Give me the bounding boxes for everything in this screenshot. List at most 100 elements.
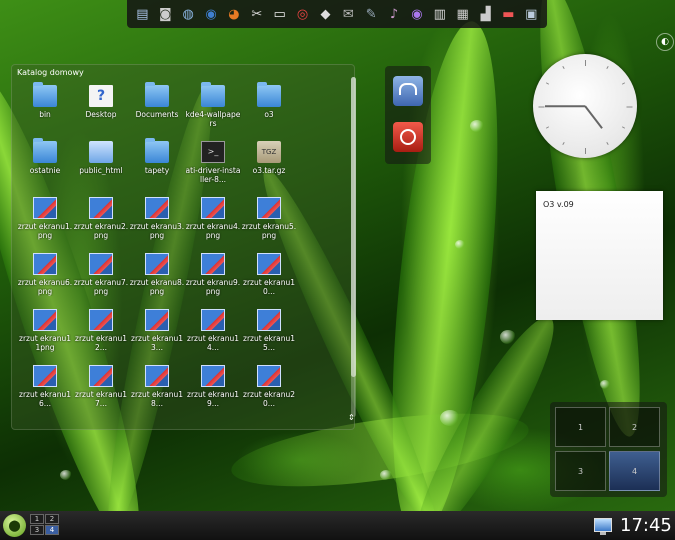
power-icon bbox=[400, 129, 416, 145]
image-file-icon bbox=[257, 253, 281, 275]
taskbar-pager-desktop-4[interactable]: 4 bbox=[45, 525, 59, 535]
folder-item[interactable]: zrzut ekranu9.png bbox=[185, 251, 241, 307]
folder-item-label: ati-driver-installer-8... bbox=[185, 166, 241, 184]
digital-clock[interactable]: 17:45 bbox=[620, 515, 672, 536]
folder-item[interactable]: zrzut ekranu1.png bbox=[17, 195, 73, 251]
drive-icon[interactable]: ▬ bbox=[500, 6, 517, 23]
folder-item-label: zrzut ekranu10... bbox=[243, 278, 295, 296]
folder-item[interactable]: Documents bbox=[129, 82, 185, 139]
folder-item[interactable]: zrzut ekranu18... bbox=[129, 363, 185, 419]
note-text[interactable]: O3 v.09 bbox=[543, 200, 574, 209]
folder-item[interactable]: zrzut ekranu12... bbox=[73, 307, 129, 363]
taskbar-pager-desktop-1[interactable]: 1 bbox=[30, 514, 44, 524]
desktop-toolbox-icon[interactable]: ◐ bbox=[656, 33, 674, 51]
folder-item[interactable]: zrzut ekranu10... bbox=[241, 251, 297, 307]
folder-item-label: zrzut ekranu5.png bbox=[241, 222, 297, 240]
folder-item[interactable]: zrzut ekranu4.png bbox=[185, 195, 241, 251]
folder-item[interactable]: zrzut ekranu17... bbox=[73, 363, 129, 419]
folder-item-label: zrzut ekranu17... bbox=[75, 390, 127, 408]
image-file-icon bbox=[201, 309, 225, 331]
show-desktop-icon[interactable] bbox=[594, 518, 612, 535]
diamond-icon[interactable]: ◆ bbox=[317, 6, 334, 23]
folder-item[interactable]: zrzut ekranu20... bbox=[241, 363, 297, 419]
note-widget[interactable]: O3 v.09 bbox=[536, 191, 663, 320]
document-icon[interactable]: ▥ bbox=[431, 6, 448, 23]
folder-item-label: public_html bbox=[79, 166, 123, 175]
folder-item[interactable]: zrzut ekranu15... bbox=[241, 307, 297, 363]
taskbar-pager-desktop-3[interactable]: 3 bbox=[30, 525, 44, 535]
analog-clock-widget[interactable] bbox=[533, 54, 637, 158]
pager-desktop-4[interactable]: 4 bbox=[609, 451, 660, 491]
browser-icon[interactable]: ◉ bbox=[203, 6, 220, 23]
clock-tick bbox=[622, 126, 626, 129]
chat-icon[interactable]: ✉ bbox=[340, 6, 357, 23]
folder-item[interactable]: zrzut ekranu2.png bbox=[73, 195, 129, 251]
folder-item[interactable]: zrzut ekranu19... bbox=[185, 363, 241, 419]
folder-item[interactable]: tapety bbox=[129, 138, 185, 195]
image-file-icon bbox=[33, 253, 57, 275]
firefox-icon[interactable]: ◕ bbox=[225, 6, 242, 23]
camera-icon[interactable]: ◙ bbox=[157, 6, 174, 23]
network-icon[interactable]: ◍ bbox=[180, 6, 197, 23]
folder-item[interactable]: >_ ati-driver-installer-8... bbox=[185, 139, 241, 195]
folder-item-label: zrzut ekranu2.png bbox=[73, 222, 129, 240]
logout-button[interactable] bbox=[393, 122, 423, 152]
folder-item[interactable]: zrzut ekranu3.png bbox=[129, 195, 185, 251]
media-player-icon[interactable]: ♪ bbox=[386, 6, 403, 23]
tools-icon[interactable]: ✂ bbox=[248, 6, 265, 23]
folder-view-title: Katalog domowy bbox=[17, 68, 84, 77]
folder-item-label: Documents bbox=[135, 110, 179, 119]
folder-item[interactable]: zrzut ekranu5.png bbox=[241, 195, 297, 251]
folder-item[interactable]: zrzut ekranu16... bbox=[17, 363, 73, 419]
desktop-icon[interactable]: ▣ bbox=[523, 6, 540, 23]
eye-icon[interactable]: ◉ bbox=[408, 6, 425, 23]
folder-item[interactable]: zrzut ekranu6.png bbox=[17, 251, 73, 307]
pager-desktop-3[interactable]: 3 bbox=[555, 451, 606, 491]
folder-item[interactable]: zrzut ekranu8.png bbox=[129, 251, 185, 307]
folder-item-label: kde4-wallpapers bbox=[185, 110, 241, 128]
pager-desktop-2[interactable]: 2 bbox=[609, 407, 660, 447]
help-icon[interactable]: ◎ bbox=[294, 6, 311, 23]
folder-item[interactable]: TGZ o3.tar.gz bbox=[241, 139, 297, 195]
folder-item[interactable]: kde4-wallpapers bbox=[185, 82, 241, 139]
folder-icon bbox=[145, 138, 169, 163]
clock-tick bbox=[562, 65, 565, 69]
resize-handle-icon[interactable]: ⇕ bbox=[348, 413, 355, 422]
folder-item-label: ostatnie bbox=[29, 166, 61, 175]
scrollbar-thumb[interactable] bbox=[351, 77, 356, 377]
folder-item-label: tapety bbox=[144, 166, 170, 175]
clock-tick bbox=[606, 142, 609, 146]
lock-screen-button[interactable] bbox=[393, 76, 423, 106]
folder-item[interactable]: zrzut ekranu13... bbox=[129, 307, 185, 363]
folder-item-label: zrzut ekranu11png bbox=[19, 334, 71, 352]
folder-item[interactable]: zrzut ekranu14... bbox=[185, 307, 241, 363]
file-manager-icon[interactable]: ▤ bbox=[134, 6, 151, 23]
wrench-icon[interactable]: ✎ bbox=[363, 6, 380, 23]
image-file-icon bbox=[33, 309, 57, 331]
terminal-icon[interactable]: ▭ bbox=[271, 6, 288, 23]
folder-item-label: zrzut ekranu19... bbox=[187, 390, 239, 408]
package-icon[interactable]: ▦ bbox=[454, 6, 471, 23]
folder-item-label: zrzut ekranu1.png bbox=[17, 222, 73, 240]
image-file-icon bbox=[89, 197, 113, 219]
folder-view-scrollbar[interactable] bbox=[351, 77, 356, 417]
monitor-icon[interactable]: ▟ bbox=[477, 6, 494, 23]
image-file-icon bbox=[145, 253, 169, 275]
folder-item[interactable]: ostatnie bbox=[17, 138, 73, 195]
folder-item[interactable]: o3 bbox=[241, 82, 297, 139]
folder-item[interactable]: zrzut ekranu11png bbox=[17, 307, 73, 363]
image-file-icon bbox=[33, 365, 57, 387]
image-file-icon bbox=[33, 197, 57, 219]
folder-icon bbox=[33, 82, 57, 107]
taskbar-panel: ⬤ 1234 17:45 bbox=[0, 511, 675, 540]
folder-item[interactable]: bin bbox=[17, 82, 73, 139]
folder-view-widget: Katalog domowy bin? Desktop Documents kde4-… bbox=[11, 64, 356, 430]
folder-item-label: zrzut ekranu4.png bbox=[185, 222, 241, 240]
desktop-file-icon: ? bbox=[89, 85, 113, 107]
folder-item[interactable]: ? Desktop bbox=[73, 83, 129, 139]
folder-item[interactable]: zrzut ekranu7.png bbox=[73, 251, 129, 307]
pager-desktop-1[interactable]: 1 bbox=[555, 407, 606, 447]
application-launcher-button[interactable]: ⬤ bbox=[3, 514, 26, 537]
folder-item[interactable]: public_html bbox=[73, 139, 129, 195]
taskbar-pager-desktop-2[interactable]: 2 bbox=[45, 514, 59, 524]
